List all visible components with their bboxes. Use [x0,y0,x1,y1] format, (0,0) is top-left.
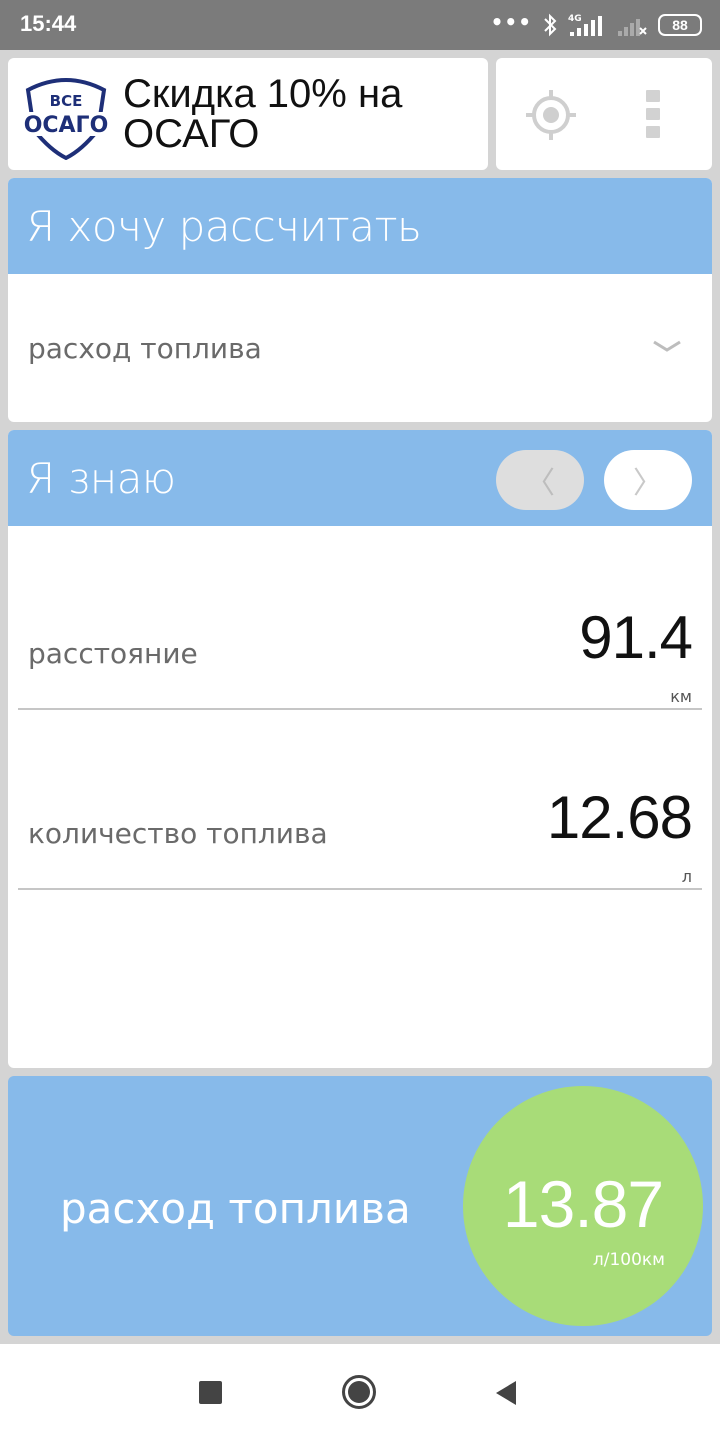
recents-square-icon[interactable] [199,1381,222,1404]
battery-indicator: 88 [658,14,702,36]
known-title: Я знаю [26,454,176,503]
more-vertical-icon[interactable] [646,90,660,140]
result-panel: расход топлива 13.87 л/100км [8,1076,712,1336]
notification-dots: ••• [490,10,532,34]
result-label: расход топлива [60,1184,411,1233]
fuel-amount-value[interactable]: 12.68 [547,783,693,852]
distance-label: расстояние [28,637,198,670]
ad-banner[interactable]: ВСЕ ОСАГО Скидка 10% на ОСАГО [8,58,488,170]
distance-unit: км [670,687,692,706]
logo-top-text: ВСЕ [50,92,83,110]
status-icons: ••• 4G 88 [491,10,702,40]
signal-4g-icon: 4G [568,14,602,36]
result-unit: л/100км [592,1250,665,1270]
distance-value[interactable]: 91.4 [579,603,693,672]
chevron-right-icon: 〉 [633,466,663,501]
toolbar-card [496,58,712,170]
chevron-down-icon [653,340,681,352]
distance-field[interactable]: расстояние 91.4 км [18,526,702,710]
ad-text: Скидка 10% на ОСАГО [123,72,403,156]
known-header: Я знаю 〈 〉 [8,430,712,526]
network-label: 4G [568,14,582,24]
next-button[interactable]: 〉 [604,450,692,510]
chevron-left-icon: 〈 [525,466,555,501]
fuel-amount-unit: л [681,867,692,886]
bluetooth-icon [544,13,557,37]
calculate-section: Я хочу рассчитать расход топлива [8,178,712,422]
calculate-select-value: расход топлива [28,332,262,365]
signal-no-service-icon [618,19,647,36]
fuel-amount-label: количество топлива [28,817,328,850]
logo-main-text: ОСАГО [24,113,109,138]
calculate-header: Я хочу рассчитать [8,178,712,274]
back-triangle-icon[interactable] [494,1380,518,1406]
crosshair-icon[interactable] [524,88,578,142]
system-nav-bar [0,1344,720,1440]
known-section: Я знаю 〈 〉 расстояние 91.4 км количество… [8,430,712,1068]
status-time: 15:44 [20,11,77,36]
calculate-title: Я хочу рассчитать [26,202,422,251]
result-circle: 13.87 л/100км [463,1086,703,1326]
home-circle-icon[interactable] [342,1375,376,1409]
status-bar: 15:44 ••• 4G 88 [0,0,720,50]
calculate-select[interactable]: расход топлива [8,274,712,422]
result-value: 13.87 [502,1167,664,1241]
vse-osago-logo: ВСЕ ОСАГО [20,78,112,160]
fuel-amount-field[interactable]: количество топлива 12.68 л [18,710,702,890]
prev-button[interactable]: 〈 [496,450,584,510]
